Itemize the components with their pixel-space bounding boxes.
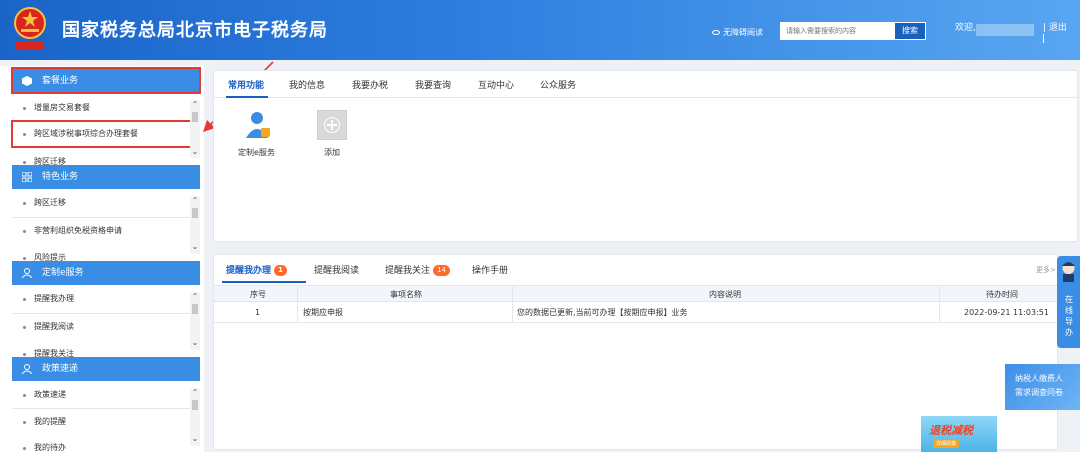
sidebar-item[interactable]: 提醒我办理 — [12, 285, 190, 313]
promo-title: 退税减税 — [929, 424, 973, 437]
more-link[interactable]: 更多> — [1036, 265, 1056, 275]
sidebar-item[interactable]: 跨区迁移 — [12, 189, 190, 217]
header-divider — [1043, 34, 1044, 43]
chevron-up-icon[interactable]: ⌃ — [191, 389, 199, 397]
add-app-button[interactable] — [317, 110, 347, 140]
table-row[interactable]: 1 按期应申报 您的数据已更新,当前可办理【按期应申报】业务 2022-09-2… — [214, 303, 1059, 323]
search-input[interactable] — [780, 22, 894, 40]
grid-icon — [22, 172, 32, 182]
survey-line-1: 纳税人缴费人 — [1015, 374, 1063, 383]
tab-public-service[interactable]: 公众服务 — [540, 78, 576, 91]
column-header: 序号 — [250, 290, 266, 299]
welcome-text: 欢迎, — [955, 23, 976, 33]
common-functions-panel: 常用功能 我的信息 我要办税 我要查询 互动中心 公众服务 定制e服务 添加 — [213, 70, 1079, 242]
app-label-add[interactable]: 添加 — [324, 147, 340, 158]
table-header: 序号 事项名称 内容说明 待办时间 — [214, 285, 1059, 302]
tab-remind-handle[interactable]: 提醒我办理 1 — [226, 263, 287, 276]
todo-time: 2022-09-21 11:03:51 — [964, 308, 1049, 317]
accessibility-label: 无障碍阅读 — [723, 28, 763, 37]
item-name-link[interactable]: 按期应申报 — [303, 303, 343, 322]
section-title: 特色业务 — [42, 172, 79, 182]
tab-manual[interactable]: 操作手册 — [472, 263, 508, 276]
site-title: 国家税务总局北京市电子税务局 — [62, 20, 328, 41]
column-header: 事项名称 — [390, 290, 422, 299]
sidebar-item[interactable]: 我的待办 — [12, 443, 190, 452]
section-title: 政策速递 — [42, 364, 79, 374]
chevron-up-icon[interactable]: ⌃ — [191, 293, 199, 301]
chevron-down-icon[interactable]: ⌄ — [191, 243, 199, 251]
assistant-avatar-icon — [1062, 262, 1075, 282]
item-description: 您的数据已更新,当前可办理【按期应申报】业务 — [517, 308, 688, 317]
highlight-annotation — [11, 120, 193, 148]
count-badge: 14 — [433, 265, 450, 276]
tab-common[interactable]: 常用功能 — [228, 78, 264, 91]
sidebar-item[interactable]: 政策速递 — [12, 381, 190, 409]
sidebar-item[interactable]: 增量房交易套餐 — [12, 94, 190, 122]
tab-label: 提醒我办理 — [226, 266, 272, 276]
active-tab-indicator — [226, 96, 268, 98]
column-divider — [512, 285, 513, 323]
chevron-down-icon[interactable]: ⌄ — [191, 339, 199, 347]
count-badge: 1 — [274, 265, 287, 276]
sidebar-item[interactable]: 非营利组织免税资格申请 — [12, 217, 190, 245]
search-button[interactable]: 搜索 — [894, 22, 926, 40]
chevron-down-icon[interactable]: ⌄ — [191, 148, 199, 156]
tax-emblem-icon — [14, 7, 46, 49]
survey-line-2: 需求调查问卷 — [1015, 388, 1063, 397]
accessibility-reading-link[interactable]: 无障碍阅读 — [712, 27, 763, 38]
app-label-custom-service[interactable]: 定制e服务 — [238, 147, 275, 158]
highlight-annotation — [11, 67, 201, 94]
main-tabs: 常用功能 我的信息 我要办税 我要查询 互动中心 公众服务 — [214, 71, 1079, 98]
tab-my-info[interactable]: 我的信息 — [289, 78, 325, 91]
tab-pay-tax[interactable]: 我要办税 — [352, 78, 388, 91]
survey-banner[interactable]: 纳税人缴费人 需求调查问卷 — [1005, 364, 1080, 410]
column-divider — [297, 285, 298, 323]
username-redacted — [976, 24, 1034, 36]
add-circle-icon — [324, 117, 340, 133]
tab-interaction[interactable]: 互动中心 — [478, 78, 514, 91]
logout-link[interactable]: | 退出 — [1043, 20, 1067, 33]
guide-label: 在线导办 — [1065, 295, 1073, 337]
column-divider — [939, 285, 940, 323]
active-tab-indicator — [222, 281, 306, 283]
sidebar-item[interactable]: 我的提醒 — [12, 408, 190, 436]
promo-subtitle: 详细政策 — [933, 440, 959, 448]
person-service-icon[interactable] — [243, 110, 273, 140]
header-bar: 国家税务总局北京市电子税务局 无障碍阅读 搜索 欢迎, | 退出 — [0, 0, 1080, 60]
tab-remind-read[interactable]: 提醒我阅读 — [314, 263, 359, 276]
eye-icon — [712, 30, 720, 35]
person-icon — [22, 364, 32, 374]
person-icon — [22, 268, 32, 278]
tab-query[interactable]: 我要查询 — [415, 78, 451, 91]
column-header: 内容说明 — [709, 290, 741, 299]
row-number: 1 — [255, 308, 261, 317]
section-header-custom-service[interactable]: 定制e服务 — [12, 261, 200, 285]
section-header-policy[interactable]: 政策速递 — [12, 357, 200, 381]
promo-banner[interactable]: 退税减税 详细政策 — [921, 416, 997, 452]
online-guide-button[interactable]: 在线导办 — [1057, 256, 1080, 348]
tab-remind-follow[interactable]: 提醒我关注 14 — [385, 263, 450, 276]
logout-label: 退出 — [1048, 23, 1067, 33]
tab-label: 提醒我关注 — [385, 266, 431, 276]
section-header-feature[interactable]: 特色业务 — [12, 165, 200, 189]
chevron-down-icon[interactable]: ⌄ — [191, 435, 199, 443]
sidebar-item[interactable]: 提醒我阅读 — [12, 313, 190, 341]
column-header: 待办时间 — [986, 290, 1018, 299]
chevron-up-icon[interactable]: ⌃ — [191, 197, 199, 205]
section-title: 定制e服务 — [42, 268, 84, 278]
